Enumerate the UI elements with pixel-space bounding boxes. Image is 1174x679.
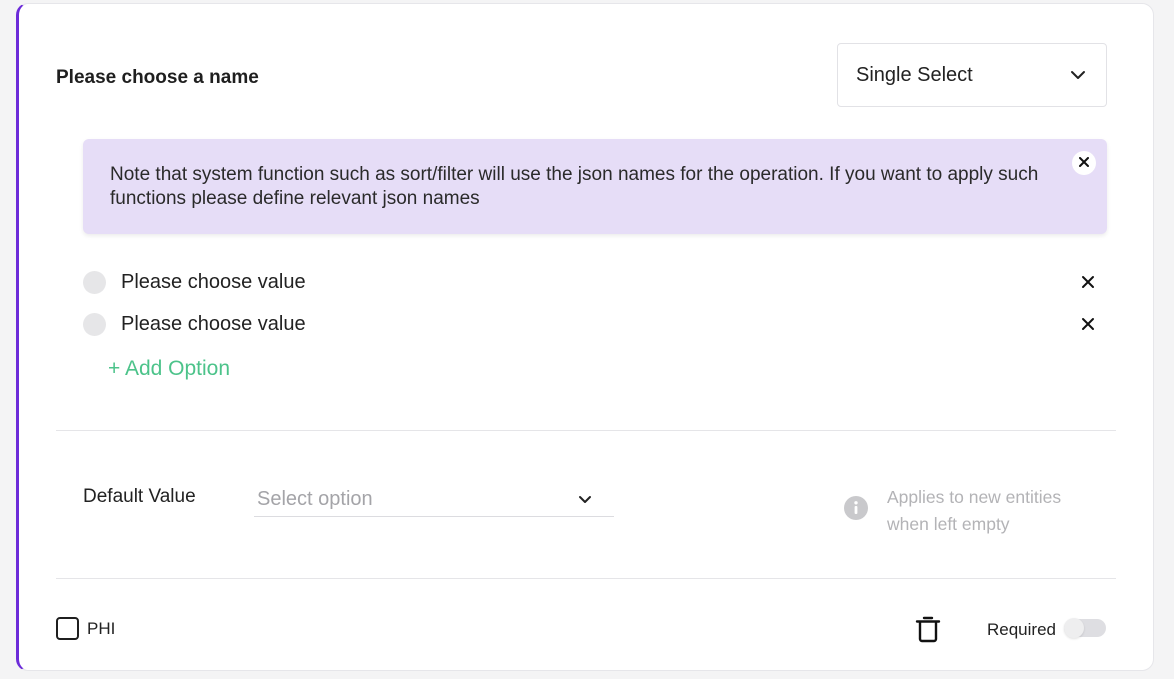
default-value-placeholder: Select option <box>257 488 373 510</box>
json-names-note: Note that system function such as sort/f… <box>83 139 1107 234</box>
chevron-down-icon <box>1070 70 1086 80</box>
toggle-knob[interactable] <box>1064 618 1084 638</box>
option-label[interactable]: Please choose value <box>121 271 306 294</box>
divider <box>56 430 1116 431</box>
phi-checkbox[interactable]: PHI <box>56 617 115 640</box>
field-type-select[interactable]: Single Select <box>837 43 1107 107</box>
default-value-info-text: Applies to new entities when left empty <box>887 487 1062 534</box>
option-row: Please choose value <box>83 268 1107 296</box>
option-label[interactable]: Please choose value <box>121 313 306 336</box>
default-value-label: Default Value <box>83 486 196 507</box>
note-text: Note that system function such as sort/f… <box>110 164 1039 209</box>
field-editor-card: Please choose a name Single Select Note … <box>16 3 1154 671</box>
field-name-label[interactable]: Please choose a name <box>56 67 259 89</box>
add-option-button[interactable]: + Add Option <box>108 357 230 381</box>
close-icon <box>1079 154 1089 172</box>
close-icon[interactable] <box>1080 274 1096 290</box>
required-toggle[interactable] <box>1064 618 1106 638</box>
required-label: Required <box>987 620 1056 639</box>
trash-icon[interactable] <box>915 615 941 643</box>
chevron-down-icon <box>578 495 592 504</box>
option-radio[interactable] <box>83 312 106 336</box>
close-icon[interactable] <box>1080 316 1096 332</box>
option-row: Please choose value <box>83 310 1107 338</box>
phi-label: PHI <box>87 618 116 638</box>
info-icon <box>844 496 868 520</box>
default-value-select[interactable]: Select option <box>254 487 614 517</box>
divider <box>56 578 1116 579</box>
phi-checkbox-box[interactable] <box>56 617 79 640</box>
field-type-value: Single Select <box>856 63 973 86</box>
note-close-button[interactable] <box>1072 151 1096 175</box>
option-radio[interactable] <box>83 270 106 294</box>
